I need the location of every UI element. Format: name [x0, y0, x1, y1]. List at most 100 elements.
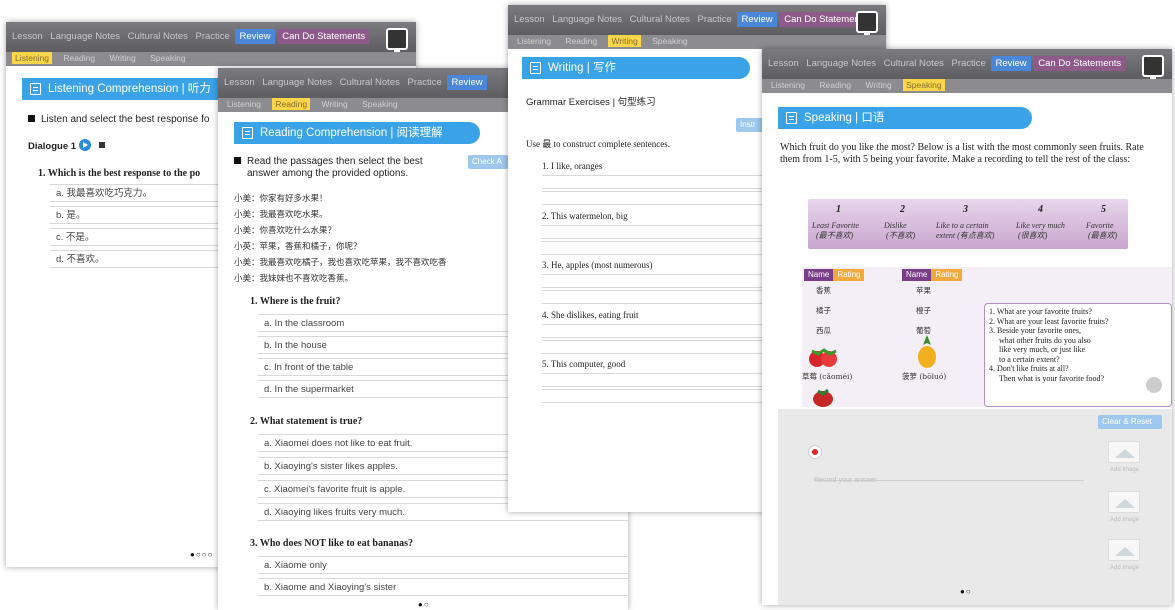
rating-label-cn: (最不喜欢) — [816, 231, 854, 240]
tab-can-do-statements[interactable]: Can Do Statements — [1034, 56, 1126, 71]
question-line: 2. What are your least favorite fruits? — [989, 316, 1109, 326]
strawberry-icon — [809, 348, 837, 367]
subtab-listening[interactable]: Listening — [768, 79, 808, 91]
tab-practice[interactable]: Practice — [194, 29, 232, 44]
tab-practice[interactable]: Practice — [406, 75, 444, 90]
fruit-name: 橙子 — [916, 306, 931, 315]
check-answers-button[interactable]: Check A — [468, 155, 508, 169]
section-title-text: Reading Comprehension | 阅读理解 — [260, 127, 443, 139]
subtab-reading[interactable]: Reading — [816, 79, 854, 91]
speaking-screen: Lesson Language Notes Cultural Notes Pra… — [762, 49, 1172, 605]
record-button[interactable] — [808, 445, 822, 459]
image-placeholder-icon[interactable] — [1108, 539, 1140, 561]
rating-header: Rating — [931, 269, 963, 281]
tab-review[interactable]: Review — [447, 75, 487, 90]
subtab-reading[interactable]: Reading — [272, 98, 311, 110]
tab-lesson[interactable]: Lesson — [222, 75, 257, 90]
page-indicator: ●○ — [960, 587, 972, 596]
instruction: Read the passages then select the best a… — [234, 156, 464, 180]
answer-option[interactable]: b. Xiaome and Xiaoying's sister — [258, 578, 628, 596]
name-header: Name — [804, 269, 834, 281]
tab-cultural-notes[interactable]: Cultural Notes — [126, 29, 190, 44]
tab-lesson[interactable]: Lesson — [766, 56, 801, 71]
monitor-icon[interactable] — [386, 28, 408, 52]
subtab-listening[interactable]: Listening — [514, 35, 554, 47]
monitor-icon[interactable] — [856, 11, 878, 35]
exercise-item: 3. He, apples (most numerous) — [542, 260, 653, 270]
subtab-speaking[interactable]: Speaking — [359, 98, 400, 110]
subtab-speaking[interactable]: Speaking — [649, 35, 690, 47]
question-line: what other fruits do you also — [999, 335, 1091, 345]
fruit-name: 橘子 — [816, 306, 831, 315]
subtab-writing[interactable]: Writing — [106, 52, 138, 64]
dialogue-label: Dialogue 1 — [28, 141, 77, 152]
rating-scale: 1 2 3 4 5 Least Favorite Dislike Like to… — [808, 199, 1128, 249]
play-icon[interactable] — [78, 139, 91, 151]
tab-cultural-notes[interactable]: Cultural Notes — [628, 12, 692, 27]
subtab-reading[interactable]: Reading — [60, 52, 98, 64]
clear-reset-button[interactable]: Clear & Reset — [1098, 415, 1162, 429]
subtab-listening[interactable]: Listening — [224, 98, 264, 110]
instruction: Use 最 to construct complete sentences. — [526, 139, 670, 149]
top-navigation-bar: Lesson Language Notes Cultural Notes Pra… — [508, 5, 886, 35]
subtab-writing[interactable]: Writing — [608, 35, 641, 47]
exercise-item: 4. She dislikes, eating fruit — [542, 310, 639, 320]
rating-label: Favorite — [1086, 221, 1114, 230]
recording-input[interactable]: Record your answer — [814, 469, 1084, 484]
subtab-speaking[interactable]: Speaking — [903, 79, 945, 91]
fruit-name: 草莓 (cǎoméi) — [802, 372, 853, 381]
rating-number: 3 — [963, 204, 968, 215]
section-title-text: Listening Comprehension | 听力 — [48, 83, 211, 95]
tab-lesson[interactable]: Lesson — [512, 12, 547, 27]
image-placeholder-icon[interactable] — [1108, 491, 1140, 513]
answer-option[interactable]: a. Xiaome only — [258, 556, 628, 574]
tab-practice[interactable]: Practice — [696, 12, 734, 27]
tab-lesson[interactable]: Lesson — [10, 29, 45, 44]
section-title: Speaking | 口语 — [778, 107, 1032, 129]
tab-language-notes[interactable]: Language Notes — [48, 29, 122, 44]
discussion-questions: 1. What are your favorite fruits? 2. Wha… — [984, 303, 1172, 407]
rating-number: 5 — [1101, 204, 1106, 215]
subtab-reading[interactable]: Reading — [562, 35, 600, 47]
tab-review[interactable]: Review — [991, 56, 1031, 71]
subtab-writing[interactable]: Writing — [862, 79, 894, 91]
tab-language-notes[interactable]: Language Notes — [260, 75, 334, 90]
sub-navigation-bar: Listening Reading Writing Speaking — [762, 79, 1172, 93]
section-title-text: Writing | 写作 — [548, 62, 616, 74]
passage-line: 小美：我最喜欢吃水果。 — [234, 210, 328, 220]
scroll-knob-icon[interactable] — [1144, 375, 1164, 395]
question-line: Then what is your favorite food? — [999, 373, 1105, 383]
fruit-name: 西瓜 — [816, 326, 831, 335]
monitor-icon[interactable] — [1142, 55, 1164, 79]
fruit-name: 香蕉 — [816, 286, 831, 295]
rating-number: 4 — [1038, 204, 1043, 215]
subtab-listening[interactable]: Listening — [12, 52, 53, 64]
instruction-text-2: answer among the provided options. — [247, 168, 409, 179]
tab-practice[interactable]: Practice — [950, 56, 988, 71]
recording-placeholder: Record your answer — [814, 477, 877, 484]
tab-review[interactable]: Review — [737, 12, 777, 27]
question: 1. Which is the best response to the po — [38, 168, 201, 179]
image-placeholder-icon[interactable] — [1108, 441, 1140, 463]
rating-label: Dislike — [884, 221, 907, 230]
subtitle: Grammar Exercises | 句型练习 — [526, 97, 656, 108]
rating-label-cn: (不喜欢) — [886, 231, 916, 240]
passage-line: 小美：你喜欢吃什么水果？ — [234, 226, 337, 236]
tab-cultural-notes[interactable]: Cultural Notes — [338, 75, 402, 90]
rating-label: Like to a certain — [936, 221, 989, 230]
instruction-text: Read the passages then select the best — [247, 156, 423, 167]
tab-can-do-statements[interactable]: Can Do Statements — [278, 29, 370, 44]
tab-language-notes[interactable]: Language Notes — [550, 12, 624, 27]
question: 1. Where is the fruit? — [250, 296, 341, 307]
image-caption: Add Image — [1110, 565, 1140, 571]
tab-cultural-notes[interactable]: Cultural Notes — [882, 56, 946, 71]
subtab-speaking[interactable]: Speaking — [147, 52, 188, 64]
rating-label: Like very much — [1016, 221, 1065, 230]
tab-language-notes[interactable]: Language Notes — [804, 56, 878, 71]
page-indicator: ●○ — [418, 600, 430, 609]
question-line: 3. Beside your favorite ones, — [989, 326, 1081, 335]
tab-review[interactable]: Review — [235, 29, 275, 44]
stop-icon[interactable] — [99, 142, 106, 148]
subtab-writing[interactable]: Writing — [318, 98, 350, 110]
name-header: Name — [902, 269, 932, 281]
